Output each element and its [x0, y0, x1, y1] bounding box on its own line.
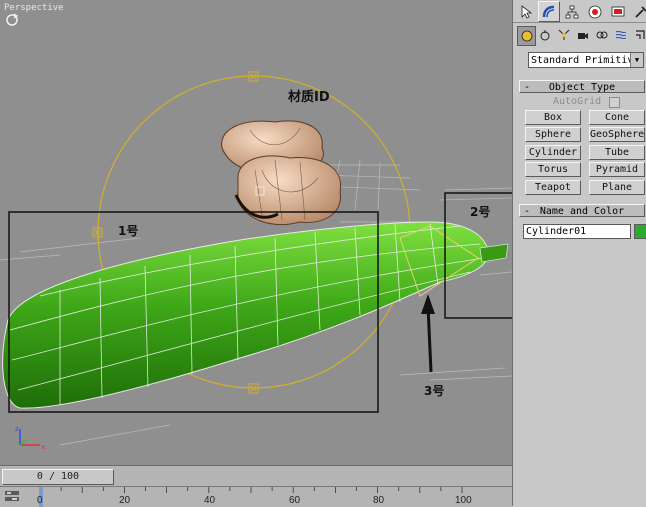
create-category-tabs: [513, 25, 646, 47]
track-bar[interactable]: 0 20 40 60 80 100: [0, 486, 512, 507]
axis-tripod-icon: x z: [15, 425, 45, 451]
perspective-viewport[interactable]: Perspective 材质ID 1号 2号 3号 x z: [0, 0, 512, 465]
command-panel-tabs: [513, 0, 646, 23]
tick-label: 0: [37, 495, 43, 506]
sphere-button[interactable]: Sphere: [525, 127, 581, 142]
cone-button[interactable]: Cone: [589, 110, 645, 125]
autogrid-label: AutoGrid: [553, 96, 602, 107]
teapot-button[interactable]: Teapot: [525, 180, 581, 195]
tick-label: 40: [204, 495, 216, 506]
lights-icon[interactable]: [555, 26, 572, 44]
object-name-field[interactable]: Cylinder01: [523, 224, 631, 239]
track-ticks: [39, 487, 463, 493]
hierarchy-icon[interactable]: [561, 1, 583, 22]
utilities-icon[interactable]: [630, 1, 646, 22]
plane-button[interactable]: Plane: [589, 180, 645, 195]
display-icon[interactable]: [607, 1, 629, 22]
tick-label: 100: [455, 495, 472, 506]
motion-icon[interactable]: [584, 1, 606, 22]
select-icon[interactable]: [515, 1, 537, 22]
helpers-icon[interactable]: [593, 26, 610, 44]
category-dropdown[interactable]: Standard Primitiv ▼: [528, 52, 644, 68]
orbit-icon[interactable]: [5, 13, 19, 27]
box-button[interactable]: Box: [525, 110, 581, 125]
annotation-label-2: 2号: [470, 205, 491, 219]
rollout-title: Name and Color: [539, 206, 625, 217]
geosphere-button[interactable]: GeoSphere: [589, 127, 645, 142]
annotation-arrow-3: [421, 294, 435, 373]
torus-button[interactable]: Torus: [525, 162, 581, 177]
object-type-rollout-header[interactable]: - Object Type: [519, 80, 645, 93]
viewport-label[interactable]: Perspective: [4, 3, 64, 13]
annotation-label-1: 1号: [118, 224, 139, 238]
collapse-icon[interactable]: -: [524, 205, 530, 218]
tube-button[interactable]: Tube: [589, 145, 645, 160]
collapse-icon[interactable]: -: [524, 81, 530, 94]
geometry-icon[interactable]: [517, 26, 536, 46]
systems-icon[interactable]: [631, 26, 646, 44]
pepper-objects: [221, 120, 342, 226]
tick-label: 60: [289, 495, 301, 506]
chevron-down-icon[interactable]: ▼: [630, 53, 643, 67]
cylinder-button[interactable]: Cylinder: [525, 145, 581, 160]
svg-text:z: z: [15, 425, 19, 433]
annotation-label-3: 3号: [424, 384, 445, 398]
name-color-rollout-header[interactable]: - Name and Color: [519, 204, 645, 217]
track-view-icon[interactable]: [4, 489, 20, 503]
tick-label: 20: [119, 495, 131, 506]
object-color-swatch[interactable]: [634, 224, 646, 239]
cameras-icon[interactable]: [574, 26, 591, 44]
rollout-title: Object Type: [548, 82, 616, 93]
annotation-material-id: 材质ID: [288, 90, 330, 105]
autogrid-checkbox[interactable]: [609, 97, 620, 108]
tick-label: 80: [373, 495, 385, 506]
modify-icon[interactable]: [538, 1, 560, 22]
svg-text:x: x: [41, 443, 45, 451]
pyramid-button[interactable]: Pyramid: [589, 162, 645, 177]
spacewarps-icon[interactable]: [612, 26, 629, 44]
time-slider-thumb[interactable]: 0 / 100: [2, 469, 114, 485]
category-dropdown-value: Standard Primitiv: [531, 55, 634, 66]
shapes-icon[interactable]: [536, 26, 553, 44]
time-slider[interactable]: 0 / 100: [0, 465, 512, 486]
command-panel: Standard Primitiv ▼ - Object Type AutoGr…: [512, 0, 646, 506]
